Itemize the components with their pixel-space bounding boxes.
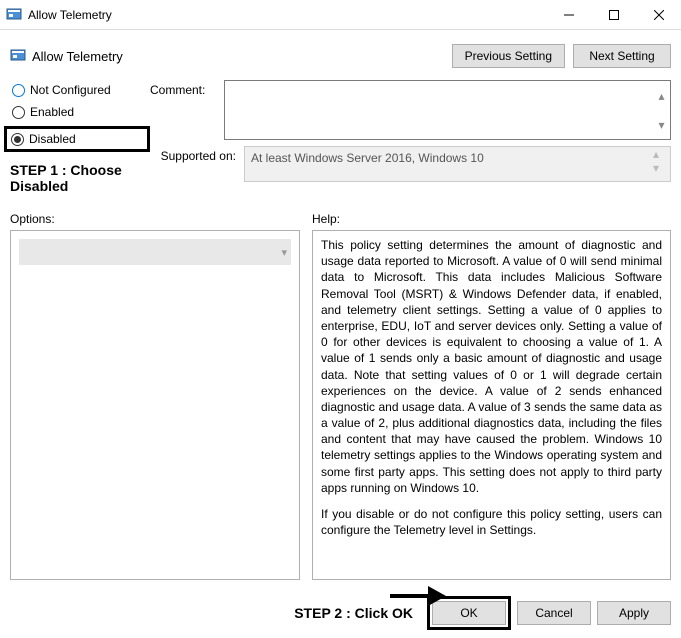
next-setting-button[interactable]: Next Setting [573,44,671,68]
radio-icon [12,84,25,97]
radio-not-configured[interactable]: Not Configured [10,82,150,98]
app-icon [6,7,22,23]
footer: STEP 2 : Click OK OK Cancel Apply [0,588,681,638]
supported-on-label: Supported on: [150,146,240,163]
comment-field[interactable]: ▴ ▾ [224,80,671,140]
subtitle-icon [10,48,26,64]
supported-on-field: At least Windows Server 2016, Windows 10… [244,146,671,182]
radio-enabled[interactable]: Enabled [10,104,150,120]
help-text-2: If you disable or do not configure this … [321,506,662,538]
spin-down-icon: ▾ [653,161,670,175]
help-panel[interactable]: This policy setting determines the amoun… [312,230,671,580]
page-title: Allow Telemetry [32,49,452,64]
apply-button[interactable]: Apply [597,601,671,625]
previous-setting-button[interactable]: Previous Setting [452,44,565,68]
chevron-down-icon: ▾ [281,246,287,259]
options-label: Options: [10,212,300,226]
titlebar: Allow Telemetry [0,0,681,30]
cancel-button[interactable]: Cancel [517,601,591,625]
radio-icon [12,106,25,119]
spin-up-icon: ▴ [653,147,670,161]
help-text-1: This policy setting determines the amoun… [321,237,662,496]
annotation-step2: STEP 2 : Click OK [294,605,413,621]
options-dropdown: ▾ [19,239,291,265]
maximize-button[interactable] [591,0,636,30]
annotation-step1: STEP 1 : Choose Disabled [10,158,150,202]
comment-label: Comment: [150,80,220,97]
ok-button[interactable]: OK [432,601,506,625]
options-panel: ▾ [10,230,300,580]
window-title: Allow Telemetry [28,8,546,22]
supported-on-text: At least Windows Server 2016, Windows 10 [251,151,484,165]
minimize-button[interactable] [546,0,591,30]
spin-down-icon[interactable]: ▾ [653,110,670,139]
help-label: Help: [312,212,671,226]
close-button[interactable] [636,0,681,30]
radio-disabled[interactable]: Disabled [4,126,150,152]
radio-icon [11,133,24,146]
ok-highlight: OK [427,596,511,630]
spin-up-icon[interactable]: ▴ [653,81,670,110]
